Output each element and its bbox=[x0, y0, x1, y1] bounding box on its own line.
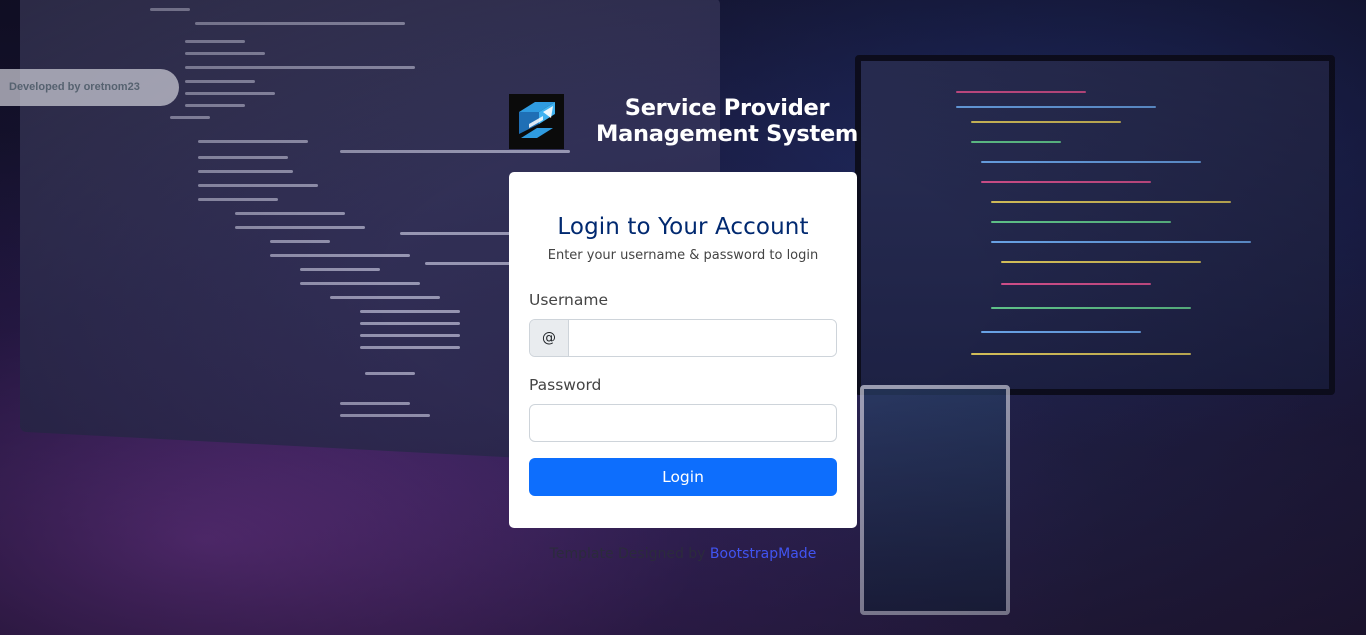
login-title: Login to Your Account bbox=[557, 214, 809, 240]
username-input[interactable] bbox=[569, 320, 836, 356]
brand-header[interactable]: Service Provider Management System bbox=[509, 93, 859, 149]
username-input-group: @ bbox=[529, 319, 837, 357]
bootstrapmade-link[interactable]: BootstrapMade bbox=[710, 546, 816, 562]
arrows-logo-icon bbox=[509, 93, 564, 149]
app-title: Service Provider Management System bbox=[596, 95, 859, 147]
credits-text: Template Designed by bbox=[549, 546, 710, 562]
login-button[interactable]: Login bbox=[529, 458, 837, 496]
login-subtitle: Enter your username & password to login bbox=[547, 248, 819, 263]
login-card: Login to Your Account Enter your usernam… bbox=[509, 172, 857, 528]
password-label: Password bbox=[529, 376, 602, 394]
password-input[interactable] bbox=[529, 404, 837, 442]
template-credits: Template Designed by BootstrapMade bbox=[509, 546, 857, 562]
username-label: Username bbox=[529, 291, 609, 309]
developer-tag[interactable]: Developed by oretnom23 bbox=[0, 69, 179, 106]
at-sign-addon: @ bbox=[530, 320, 569, 356]
